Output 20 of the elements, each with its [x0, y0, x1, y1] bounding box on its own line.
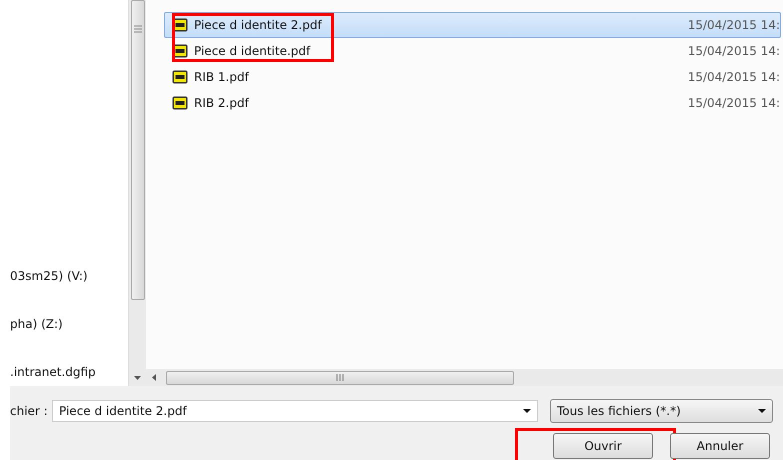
- modified-date: 15/04/2015 14:: [688, 96, 780, 110]
- file-row[interactable]: RIB 1.pdf 15/04/2015 14:: [164, 64, 781, 90]
- modified-date: 15/04/2015 14:: [688, 44, 780, 58]
- file-row[interactable]: RIB 2.pdf 15/04/2015 14:: [164, 90, 781, 116]
- file-name: Piece d identite.pdf: [194, 44, 310, 58]
- file-name: RIB 1.pdf: [194, 70, 249, 84]
- file-name-label: chier :: [10, 404, 49, 418]
- open-button[interactable]: Ouvrir: [553, 433, 653, 459]
- file-name: RIB 2.pdf: [194, 96, 249, 110]
- modified-date: 15/04/2015 14:: [688, 18, 780, 32]
- file-row[interactable]: Piece d identite 2.pdf 15/04/2015 14:: [164, 12, 781, 38]
- file-name: Piece d identite 2.pdf: [194, 18, 322, 32]
- cancel-button[interactable]: Annuler: [670, 433, 770, 459]
- drive-item[interactable]: pha) (Z:): [10, 316, 128, 332]
- file-name-field[interactable]: Piece d identite 2.pdf: [52, 400, 538, 422]
- drive-item[interactable]: 03sm25) (V:): [10, 268, 128, 284]
- modified-date: 15/04/2015 14:: [688, 70, 780, 84]
- drive-item[interactable]: .intranet.dgfip: [10, 364, 128, 380]
- file-row[interactable]: Piece d identite.pdf 15/04/2015 14:: [164, 38, 781, 64]
- file-type-dropdown[interactable]: Tous les fichiers (*.*): [550, 399, 773, 423]
